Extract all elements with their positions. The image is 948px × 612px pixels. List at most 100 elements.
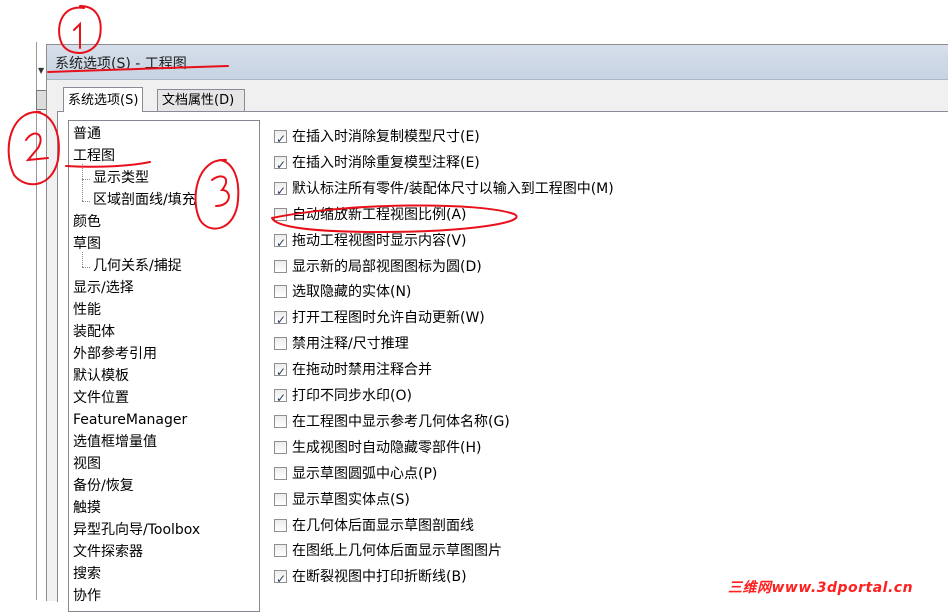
option-label: 在工程图中显示参考几何体名称(G) xyxy=(292,414,510,430)
option-label: 显示草图实体点(S) xyxy=(292,492,410,508)
tree-item[interactable]: 搜索 xyxy=(73,564,101,584)
tree-item-label: 选值框增量值 xyxy=(73,434,157,450)
tree-item[interactable]: 装配体 xyxy=(73,322,115,342)
tree-item-label: 工程图 xyxy=(73,148,115,164)
option-label: 自动缩放新工程视图比例(A) xyxy=(292,207,467,223)
option-checkbox[interactable]: ✓ xyxy=(274,208,287,221)
tree-item-label: 几何关系/捕捉 xyxy=(93,258,182,274)
tree-item-label: 异型孔向导/Toolbox xyxy=(73,522,201,538)
option-label: 显示新的局部视图图标为圆(D) xyxy=(292,259,482,275)
tree-item[interactable]: 几何关系/捕捉 xyxy=(93,256,182,276)
option-label: 在图纸上几何体后面显示草图图片 xyxy=(292,543,502,559)
option-label: 在拖动时禁用注释合并 xyxy=(292,362,432,378)
option-checkbox[interactable]: ✓ xyxy=(274,285,287,298)
tree-item-label: 备份/恢复 xyxy=(73,478,134,494)
options-tree[interactable]: 普通工程图显示类型区域剖面线/填充颜色草图几何关系/捕捉显示/选择性能装配体外部… xyxy=(68,120,260,612)
option-checkbox[interactable]: ✓ xyxy=(274,234,287,250)
tree-item[interactable]: 颜色 xyxy=(73,212,101,232)
tree-item[interactable]: 异型孔向导/Toolbox xyxy=(73,520,200,540)
tree-item[interactable]: 显示/选择 xyxy=(73,278,134,298)
option-checkbox[interactable]: ✓ xyxy=(274,260,287,273)
option-checkbox[interactable]: ✓ xyxy=(274,311,287,327)
tree-item[interactable]: 备份/恢复 xyxy=(73,476,134,496)
tree-item[interactable]: 文件位置 xyxy=(73,388,129,408)
tree-item-label: 默认模板 xyxy=(73,368,129,384)
option-label: 显示草图圆弧中心点(P) xyxy=(292,466,438,482)
tree-item[interactable]: 区域剖面线/填充 xyxy=(93,190,196,210)
option-label: 默认标注所有零件/装配体尺寸以输入到工程图中(M) xyxy=(292,181,614,197)
tree-item[interactable]: 普通 xyxy=(73,124,101,144)
tree-item[interactable]: 性能 xyxy=(73,300,101,320)
tree-item[interactable]: 显示类型 xyxy=(93,168,149,188)
option-checkbox[interactable]: ✓ xyxy=(274,415,287,428)
check-icon: ✓ xyxy=(276,572,287,586)
tree-guide-line xyxy=(82,201,90,202)
option-label: 在插入时消除复制模型尺寸(E) xyxy=(292,129,480,145)
tree-guide-line xyxy=(82,179,90,180)
check-icon: ✓ xyxy=(276,313,287,327)
tree-item-label: 外部参考引用 xyxy=(73,346,157,362)
option-label: 生成视图时自动隐藏零部件(H) xyxy=(292,440,482,456)
tab-document-properties[interactable]: 文档属性(D) xyxy=(157,89,245,112)
option-checkbox[interactable]: ✓ xyxy=(274,156,287,172)
tree-item-label: 文件位置 xyxy=(73,390,129,406)
option-checkbox[interactable]: ✓ xyxy=(274,441,287,454)
tree-item-label: 普通 xyxy=(73,126,101,142)
tree-item-label: 搜索 xyxy=(73,566,101,582)
tree-item-label: 性能 xyxy=(73,302,101,318)
tree-item-label: 协作 xyxy=(73,588,101,604)
tree-item[interactable]: 协作 xyxy=(73,586,101,606)
option-checkbox[interactable]: ✓ xyxy=(274,570,287,586)
option-checkbox[interactable]: ✓ xyxy=(274,493,287,506)
background-window-edge xyxy=(36,42,37,600)
tree-item-label: 文件探索器 xyxy=(73,544,143,560)
tree-item-label: 颜色 xyxy=(73,214,101,230)
option-label: 打开工程图时允许自动更新(W) xyxy=(292,310,485,326)
tree-item-label: 草图 xyxy=(73,236,101,252)
tree-item-label: 显示类型 xyxy=(93,170,149,186)
tree-guide-line xyxy=(82,252,83,267)
tab-system-options[interactable]: 系统选项(S) xyxy=(63,87,144,112)
tree-guide-line xyxy=(82,267,90,268)
tree-item[interactable]: 选值框增量值 xyxy=(73,432,157,452)
tree-item[interactable]: 工程图 xyxy=(73,146,115,166)
option-label: 禁用注释/尺寸推理 xyxy=(292,336,409,352)
option-label: 打印不同步水印(O) xyxy=(292,388,412,404)
check-icon: ✓ xyxy=(276,132,287,146)
option-checkbox[interactable]: ✓ xyxy=(274,519,287,532)
option-checkbox[interactable]: ✓ xyxy=(274,544,287,557)
watermark: 三维网www.3dportal.cn xyxy=(728,580,914,596)
option-checkbox[interactable]: ✓ xyxy=(274,363,287,379)
tree-item[interactable]: FeatureManager xyxy=(73,410,187,430)
tab-panel: 普通工程图显示类型区域剖面线/填充颜色草图几何关系/捕捉显示/选择性能装配体外部… xyxy=(57,111,948,612)
background-window xyxy=(0,0,36,600)
tree-item-label: 视图 xyxy=(73,456,101,472)
tree-item[interactable]: 草图 xyxy=(73,234,101,254)
tree-guide-line xyxy=(82,164,83,201)
tree-item[interactable]: 外部参考引用 xyxy=(73,344,157,364)
check-icon: ✓ xyxy=(276,158,287,172)
option-checkbox[interactable]: ✓ xyxy=(274,337,287,350)
tree-item-label: 装配体 xyxy=(73,324,115,340)
title-bar[interactable]: 系统选项(S) - 工程图 xyxy=(47,45,948,80)
option-checkbox[interactable]: ✓ xyxy=(274,389,287,405)
tree-item-label: 区域剖面线/填充 xyxy=(93,192,196,208)
tree-item[interactable]: 触摸 xyxy=(73,498,101,518)
option-checkbox[interactable]: ✓ xyxy=(274,182,287,198)
tree-item-label: 触摸 xyxy=(73,500,101,516)
dialog-title: 系统选项(S) - 工程图 xyxy=(55,56,187,72)
tree-item[interactable]: 文件探索器 xyxy=(73,542,143,562)
option-label: 在几何体后面显示草图剖面线 xyxy=(292,518,474,534)
tree-item[interactable]: 默认模板 xyxy=(73,366,129,386)
tree-item-label: FeatureManager xyxy=(73,412,188,428)
check-icon: ✓ xyxy=(276,365,287,379)
option-checkbox[interactable]: ✓ xyxy=(274,467,287,480)
option-checkbox[interactable]: ✓ xyxy=(274,130,287,146)
option-label: 在断裂视图中打印折断线(B) xyxy=(292,569,467,585)
tree-item[interactable]: 视图 xyxy=(73,454,101,474)
option-label: 拖动工程视图时显示内容(V) xyxy=(292,233,467,249)
system-options-dialog: 系统选项(S) - 工程图 系统选项(S) 文档属性(D) 普通工程图显示类型区… xyxy=(46,44,948,612)
option-label: 选取隐藏的实体(N) xyxy=(292,284,412,300)
dropdown-arrow-icon: ▼ xyxy=(38,66,45,75)
check-icon: ✓ xyxy=(276,391,287,405)
